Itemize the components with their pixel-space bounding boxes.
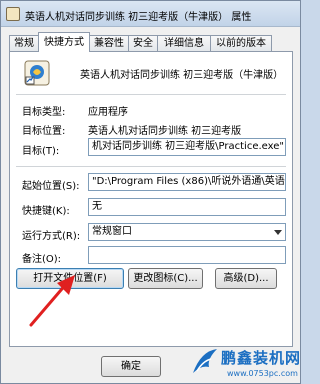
run-select[interactable]: 常规窗口	[88, 223, 286, 241]
run-label: 运行方式(R):	[22, 231, 81, 242]
tab-previous-versions[interactable]: 以前的版本	[210, 35, 272, 52]
tab-security[interactable]: 安全	[128, 35, 158, 52]
annotation-arrow-icon	[29, 275, 75, 327]
start-in-label: 起始位置(S):	[22, 181, 80, 192]
ok-button[interactable]: 确定	[101, 356, 161, 377]
title-bar[interactable]: 英语人机对话同步训练 初三迎考版（牛津版） 属性	[1, 1, 300, 27]
chevron-down-icon[interactable]	[274, 230, 282, 235]
target-label: 目标(T):	[22, 146, 60, 157]
tab-shortcut[interactable]: 快捷方式	[38, 32, 90, 52]
advanced-button[interactable]: 高级(D)...	[215, 268, 277, 289]
watermark: 鹏鑫装机网 www.0753pc.com	[191, 345, 301, 384]
comment-input[interactable]	[88, 246, 286, 264]
divider	[16, 166, 286, 167]
hotkey-input[interactable]: 无	[88, 198, 286, 216]
app-name: 英语人机对话同步训练 初三迎考版（牛津版）	[80, 70, 284, 81]
app-title-icon	[6, 7, 20, 21]
target-location-label: 目标位置:	[22, 126, 66, 137]
run-select-value: 常规窗口	[92, 226, 132, 237]
change-icon-button[interactable]: 更改图标(C)...	[128, 268, 203, 289]
app-shortcut-icon	[24, 60, 50, 86]
watermark-url: www.0753pc.com	[227, 369, 298, 378]
tab-strip: 常规 快捷方式 兼容性 安全 详细信息 以前的版本	[9, 32, 293, 52]
target-location-value: 英语人机对话同步训练 初三迎考版	[88, 126, 242, 137]
target-input[interactable]: 机对话同步训练 初三迎考版\Practice.exe"	[88, 138, 286, 156]
target-type-value: 应用程序	[88, 107, 128, 118]
window-title: 英语人机对话同步训练 初三迎考版（牛津版） 属性	[25, 12, 252, 23]
target-type-label: 目标类型:	[22, 107, 66, 118]
properties-window: 英语人机对话同步训练 初三迎考版（牛津版） 属性 常规 快捷方式 兼容性 安全 …	[0, 0, 301, 384]
divider	[16, 94, 286, 95]
watermark-brand: 鹏鑫装机网	[221, 349, 302, 367]
bird-logo-icon	[193, 349, 217, 373]
comment-label: 备注(O):	[22, 254, 62, 265]
tab-details[interactable]: 详细信息	[157, 35, 211, 52]
tab-compatibility[interactable]: 兼容性	[89, 35, 129, 52]
tab-general[interactable]: 常规	[9, 35, 39, 52]
hotkey-label: 快捷键(K):	[22, 206, 70, 217]
start-in-input[interactable]: "D:\Program Files (x86)\听说外语通\英语	[88, 173, 286, 191]
